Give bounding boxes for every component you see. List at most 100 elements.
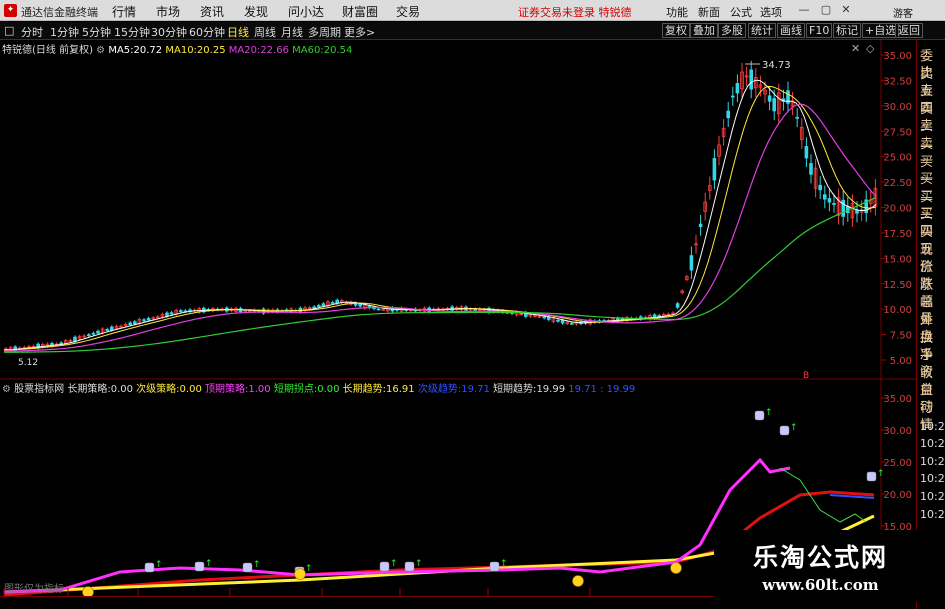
guest-label[interactable]: 游客 [893, 5, 913, 20]
candle-body [59, 342, 63, 345]
smiley-icon [572, 575, 584, 587]
candle-body [832, 203, 836, 205]
sidebar-item[interactable]: 10:26 [920, 418, 945, 435]
tool-square-icon[interactable]: □ [4, 24, 14, 37]
period-tab[interactable]: 周线 [254, 24, 276, 40]
candle-body [330, 302, 335, 304]
ma20-value: 22.66 [260, 45, 289, 56]
ma60-label: MA60: [292, 45, 324, 56]
indicator-gear-icon[interactable]: ⚙ [2, 384, 11, 395]
candle-body [96, 330, 100, 334]
mark-button[interactable]: 标记 [833, 23, 861, 38]
candle-body [87, 334, 91, 337]
signal-flag-icon [866, 471, 877, 482]
sub-y-tick-label: 20.00 [883, 490, 912, 501]
smiley-icon [82, 586, 94, 596]
sidebar-item[interactable]: 10:26 [920, 453, 945, 470]
up-arrow-icon: ↑ [253, 560, 261, 570]
more-tab[interactable]: 更多> [344, 24, 375, 40]
candle-body [110, 326, 114, 331]
candle-body [560, 319, 565, 324]
minimize-icon[interactable]: — [796, 2, 812, 18]
draw-button[interactable]: 画线 [777, 23, 805, 38]
sidebar-item[interactable]: 10:26 [920, 506, 945, 523]
back-button[interactable]: 返回 [895, 23, 923, 38]
menu-trade[interactable]: 交易 [396, 3, 420, 20]
menu-new-page[interactable]: 新面 [698, 4, 720, 20]
candle-body [731, 95, 735, 98]
ma5-label: MA5: [108, 45, 134, 56]
menu-options[interactable]: 选项 [760, 4, 782, 20]
period-tab[interactable]: 分时 [21, 24, 43, 40]
y-tick-label: 5.00 [890, 356, 912, 367]
collapse-pane-icon[interactable]: ◇ [866, 42, 874, 55]
candle-body [735, 83, 740, 94]
y-tick-label: 20.00 [883, 204, 912, 215]
candle-body [841, 199, 845, 217]
candle-body [312, 306, 316, 309]
add-watchlist-button[interactable]: +自选 [862, 23, 900, 38]
candle-body [570, 322, 574, 325]
multi-stock-button[interactable]: 多股 [718, 23, 746, 38]
candle-body [726, 110, 730, 119]
sidebar-item[interactable]: 10:26 [920, 470, 945, 487]
candle-body [749, 69, 753, 90]
ma20-line [3, 103, 877, 352]
sub-y-tick-label: 35.00 [883, 394, 912, 405]
candle-body [178, 310, 183, 313]
menu-formula[interactable]: 公式 [730, 4, 752, 20]
overlay-button[interactable]: 叠加 [690, 23, 718, 38]
candle-body [132, 321, 137, 325]
menu-news[interactable]: 资讯 [200, 3, 224, 20]
quote-sidebar: 委比 卖五 卖四 卖三 卖二 卖一 买一 买二 买三 买四 买五 现价 涨跌 涨幅 总量 外盘 换手 净资 收益 自动… [916, 40, 945, 609]
period-tab-daily[interactable]: 日线 [227, 24, 249, 40]
candle-body [809, 163, 813, 175]
period-tab[interactable]: 多周期 [308, 24, 341, 40]
ma-gear-icon[interactable]: ⚙ [96, 45, 105, 56]
ma10-label: MA10: [165, 45, 197, 56]
period-tab[interactable]: 15分钟 [114, 24, 150, 40]
chart-svg[interactable]: 35.00 32.50 30.00 27.50 25.00 22.50 20.00 17.50… [0, 40, 916, 596]
candle-body [772, 98, 776, 112]
candle-body [712, 158, 717, 181]
up-arrow-icon: ↑ [790, 423, 798, 433]
up-arrow-icon: ↑ [205, 559, 213, 569]
period-tab[interactable]: 1分钟 [50, 24, 79, 40]
menu-wealth[interactable]: 财富圈 [342, 3, 378, 20]
period-tab[interactable]: 月线 [281, 24, 303, 40]
close-icon[interactable]: ✕ [838, 2, 854, 18]
terminal-window: ✦ 通达信金融终端 行情 市场 资讯 发现 问小达 财富圈 交易 证券交易未登录… [0, 0, 945, 609]
sidebar-item[interactable]: 10:26 [920, 488, 945, 505]
menu-ask[interactable]: 问小达 [288, 3, 324, 20]
signal-flag-icon [489, 561, 500, 572]
y-tick-label: 35.00 [883, 51, 912, 62]
app-title: 通达信金融终端 [21, 6, 98, 19]
menu-discover[interactable]: 发现 [244, 3, 268, 20]
up-arrow-icon: ↑ [877, 469, 885, 479]
indicator-top-strategy: 顶期策略:1.00 [205, 384, 271, 395]
y-tick-label: 10.00 [883, 305, 912, 316]
close-pane-icon[interactable]: ✕ [851, 42, 860, 55]
stats-button[interactable]: 统计 [748, 23, 776, 38]
y-tick-label: 17.50 [883, 229, 912, 240]
y-tick-label: 30.00 [883, 102, 912, 113]
indicator-secondary-trend: 次级趋势:19.71 [417, 384, 490, 395]
candle-body [128, 322, 133, 326]
menu-functions[interactable]: 功能 [666, 4, 688, 20]
adjust-button[interactable]: 复权 [662, 23, 690, 38]
menu-market[interactable]: 市场 [156, 3, 180, 20]
candle-body [165, 312, 169, 317]
menu-quotes[interactable]: 行情 [112, 3, 136, 20]
candle-body [376, 308, 381, 311]
period-tab[interactable]: 60分钟 [189, 24, 225, 40]
signal-flag-icon [754, 410, 765, 421]
indicator-caption: 图形仅为指标 [4, 584, 64, 595]
signal-flag-icon [779, 425, 790, 436]
indicator-extra: 19.71 : 19.99 [568, 384, 636, 395]
period-tab[interactable]: 30分钟 [151, 24, 187, 40]
maximize-icon[interactable]: ▢ [818, 2, 834, 18]
period-tab[interactable]: 5分钟 [82, 24, 111, 40]
candle-body [473, 308, 477, 311]
sidebar-item[interactable]: 10:26 [920, 435, 945, 452]
f10-button[interactable]: F10 [806, 23, 833, 38]
